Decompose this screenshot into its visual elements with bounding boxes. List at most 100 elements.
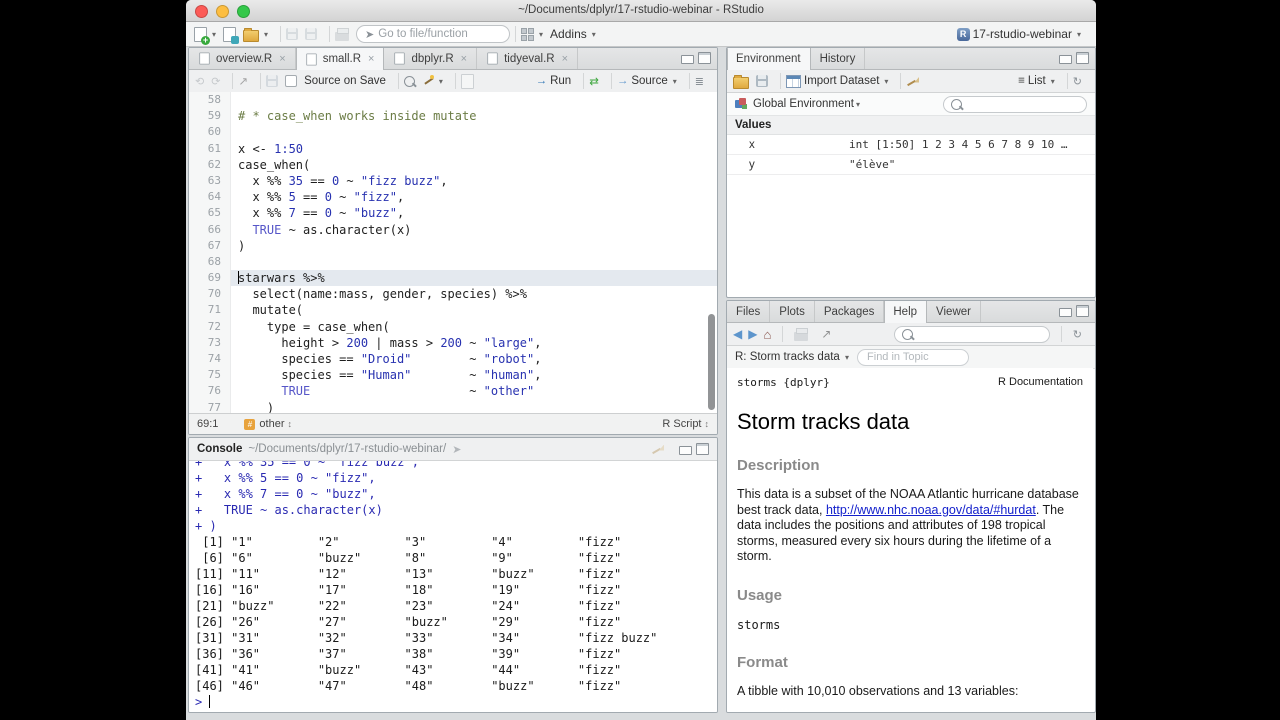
- editor-scrollbar[interactable]: [708, 314, 715, 410]
- popout-button[interactable]: ↗: [238, 74, 248, 88]
- tab-dbplyr-r[interactable]: dbplyr.R ×: [384, 48, 478, 69]
- open-directory-icon[interactable]: ➤: [452, 443, 461, 456]
- scope-selector[interactable]: other: [259, 418, 284, 430]
- tab-plots[interactable]: Plots: [770, 301, 815, 322]
- code-line[interactable]: 59 # * case_when works inside mutate: [189, 108, 717, 125]
- zoom-window-icon[interactable]: [237, 5, 250, 18]
- close-tab-icon[interactable]: ×: [368, 53, 374, 65]
- open-file-button[interactable]: ▾: [243, 27, 268, 42]
- compile-report-button[interactable]: [460, 73, 474, 89]
- import-dataset-button[interactable]: Import Dataset ▾: [786, 74, 888, 88]
- minimize-pane-icon[interactable]: [1059, 55, 1072, 64]
- environment-scope-selector[interactable]: Global Environment: [753, 98, 854, 110]
- code-line[interactable]: 71 mutate(: [189, 302, 717, 319]
- tab-history[interactable]: History: [811, 48, 866, 69]
- code-line[interactable]: 77 ): [189, 399, 717, 414]
- tab-overview-r[interactable]: overview.R ×: [189, 48, 296, 69]
- tab-tidyeval-r[interactable]: tidyeval.R ×: [477, 48, 579, 69]
- code-line[interactable]: 69 starwars %>%: [189, 270, 717, 287]
- environment-search-input[interactable]: [943, 95, 1087, 113]
- code-text: x %% 35 == 0 ~ "fizz buzz",: [238, 173, 448, 188]
- tab-viewer[interactable]: Viewer: [927, 301, 981, 322]
- source-on-save-toggle[interactable]: Source on Save: [285, 75, 386, 87]
- tab-label: Viewer: [936, 305, 971, 318]
- minimize-pane-icon[interactable]: [679, 446, 692, 455]
- code-line[interactable]: 68: [189, 253, 717, 271]
- checkbox-icon[interactable]: [285, 75, 298, 87]
- goto-file-input[interactable]: ➤ Go to file/function: [356, 25, 511, 43]
- refresh-icon: ↻: [1072, 328, 1082, 341]
- save-all-button[interactable]: [305, 28, 318, 40]
- help-search-input[interactable]: [893, 325, 1050, 343]
- find-replace-button[interactable]: [403, 75, 415, 87]
- code-line[interactable]: 70 select(name:mass, gender, species) %>…: [189, 286, 717, 303]
- environment-object-row[interactable]: x int [1:50] 1 2 3 4 5 6 7 8 9 10 …: [727, 135, 1095, 155]
- run-button[interactable]: → Run: [536, 75, 572, 87]
- code-line[interactable]: 73 height > 200 | mass > 200 ~ "large",: [189, 334, 717, 351]
- help-back-button[interactable]: ◀: [733, 327, 742, 341]
- project-menu-button[interactable]: R 17-rstudio-webinar ▾: [956, 27, 1081, 41]
- maximize-pane-icon[interactable]: [1076, 305, 1089, 317]
- code-editor[interactable]: 58 59 # * case_when works inside mutate 60 6…: [189, 92, 717, 414]
- new-project-button[interactable]: [223, 26, 240, 44]
- minimize-pane-icon[interactable]: [681, 55, 694, 64]
- load-workspace-button[interactable]: [733, 74, 749, 89]
- code-tools-button[interactable]: ▾: [422, 75, 443, 87]
- console-output[interactable]: + x %% 35 == 0 ~ "fizz buzz", + x %% 5 ==…: [189, 461, 717, 712]
- new-file-button[interactable]: ▾: [194, 26, 216, 45]
- maximize-pane-icon[interactable]: [696, 443, 709, 455]
- display-mode-button[interactable]: ≡ List ▾: [1018, 75, 1055, 87]
- code-line[interactable]: 62 case_when(: [189, 156, 717, 173]
- code-line[interactable]: 76 TRUE ~ "other": [189, 383, 717, 400]
- document-outline-button[interactable]: ≣: [695, 75, 704, 88]
- code-line[interactable]: 74 species == "Droid" ~ "robot",: [189, 351, 717, 368]
- forward-button[interactable]: ⟳: [211, 75, 220, 88]
- code-line[interactable]: 63 x %% 35 == 0 ~ "fizz buzz",: [189, 172, 717, 190]
- help-forward-button[interactable]: ▶: [748, 327, 757, 341]
- addins-button[interactable]: Addins ▾: [550, 27, 596, 41]
- popout-topic-button[interactable]: ↗: [821, 327, 831, 341]
- close-window-icon[interactable]: [195, 5, 208, 18]
- code-line[interactable]: 60: [189, 124, 717, 141]
- code-line[interactable]: 66 TRUE ~ as.character(x): [189, 221, 717, 238]
- save-source-button[interactable]: [266, 75, 279, 87]
- save-button[interactable]: [286, 28, 299, 40]
- rerun-button[interactable]: ⇄: [589, 74, 599, 88]
- print-topic-button[interactable]: [794, 327, 809, 341]
- tab-small-r[interactable]: small.R ×: [295, 48, 385, 70]
- source-button[interactable]: → Source ▾: [617, 75, 677, 87]
- minimize-pane-icon[interactable]: [1059, 308, 1072, 317]
- hurdat-link[interactable]: http://www.nhc.noaa.gov/data/#hurdat: [826, 503, 1036, 517]
- tab-help[interactable]: Help: [884, 301, 928, 323]
- save-workspace-button[interactable]: [756, 75, 768, 87]
- code-line[interactable]: 72 type = case_when(: [189, 318, 717, 335]
- refresh-environment-button[interactable]: ↻: [1073, 75, 1082, 88]
- clear-console-button[interactable]: [651, 443, 664, 456]
- maximize-pane-icon[interactable]: [698, 52, 711, 64]
- file-type-selector[interactable]: R Script: [662, 418, 701, 430]
- refresh-help-button[interactable]: ↻: [1073, 328, 1082, 341]
- code-line[interactable]: 67): [189, 237, 717, 254]
- code-line[interactable]: 65 x %% 7 == 0 ~ "buzz",: [189, 205, 717, 222]
- tab-environment[interactable]: Environment: [727, 48, 811, 70]
- close-tab-icon[interactable]: ×: [279, 53, 285, 65]
- minimize-window-icon[interactable]: [216, 5, 229, 18]
- home-button[interactable]: ⌂: [763, 328, 771, 341]
- pane-layout-button[interactable]: ▾: [521, 27, 543, 41]
- tab-packages[interactable]: Packages: [815, 301, 885, 322]
- code-line[interactable]: 61 x <- 1:50: [189, 140, 717, 157]
- back-button[interactable]: ⟲: [195, 75, 204, 88]
- tab-files[interactable]: Files: [727, 301, 771, 322]
- print-button[interactable]: [335, 27, 350, 41]
- close-tab-icon[interactable]: ×: [562, 53, 568, 65]
- code-line[interactable]: 75 species == "Human" ~ "human",: [189, 367, 717, 384]
- help-topic-selector[interactable]: R: Storm tracks data ▾: [735, 351, 849, 363]
- maximize-pane-icon[interactable]: [1076, 52, 1089, 64]
- console-prompt[interactable]: >: [195, 694, 711, 710]
- environment-object-row[interactable]: y "élève": [727, 155, 1095, 175]
- code-line[interactable]: 64 x %% 5 == 0 ~ "fizz",: [189, 189, 717, 206]
- find-in-topic-input[interactable]: Find in Topic: [857, 348, 970, 366]
- close-tab-icon[interactable]: ×: [461, 53, 467, 65]
- clear-environment-button[interactable]: [906, 75, 919, 88]
- code-line[interactable]: 58: [189, 92, 717, 109]
